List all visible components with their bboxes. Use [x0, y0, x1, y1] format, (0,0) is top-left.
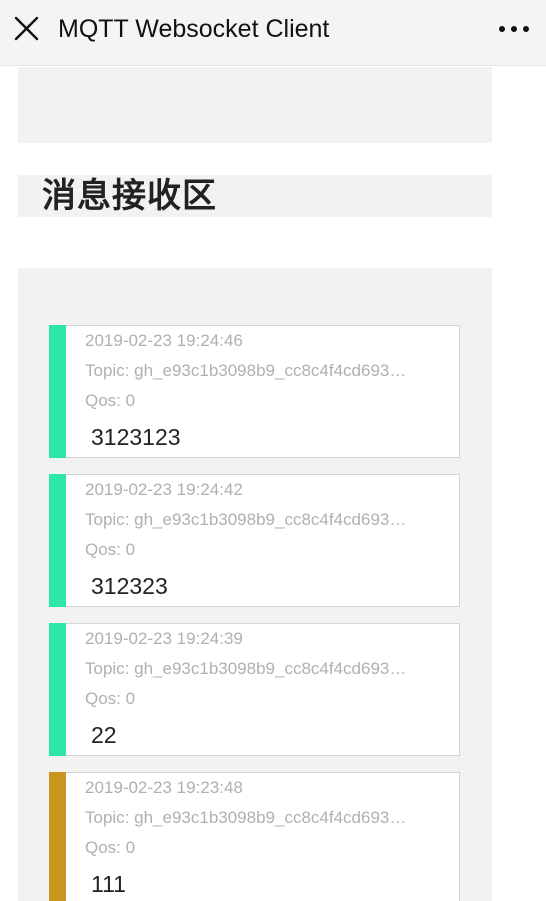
message-topic: Topic: gh_e93c1b3098b9_cc8c4f4cd693… [85, 808, 407, 827]
message-status-bar [49, 772, 66, 901]
message-payload: 111 [91, 871, 126, 897]
message-payload: 312323 [91, 573, 168, 599]
send-area-bottom [18, 67, 492, 143]
message-status-bar [49, 474, 66, 607]
message-card[interactable]: 2019-02-23 19:23:48 Topic: gh_e93c1b3098… [49, 772, 460, 901]
message-qos: Qos: 0 [85, 391, 136, 410]
message-topic: Topic: gh_e93c1b3098b9_cc8c4f4cd693… [85, 659, 407, 678]
message-topic: Topic: gh_e93c1b3098b9_cc8c4f4cd693… [85, 361, 407, 380]
message-status-bar [49, 325, 66, 458]
more-dots-icon [499, 26, 529, 32]
more-options-button[interactable] [494, 14, 534, 44]
message-qos: Qos: 0 [85, 689, 136, 708]
message-payload: 3123123 [91, 424, 181, 450]
message-card[interactable]: 2019-02-23 19:24:39 Topic: gh_e93c1b3098… [49, 623, 460, 756]
message-timestamp: 2019-02-23 19:24:46 [85, 331, 243, 350]
receive-section-header: 消息接收区 [18, 175, 492, 217]
message-payload: 22 [91, 722, 117, 748]
message-qos: Qos: 0 [85, 838, 136, 857]
message-status-bar [49, 623, 66, 756]
window-title: MQTT Websocket Client [58, 15, 330, 43]
message-topic: Topic: gh_e93c1b3098b9_cc8c4f4cd693… [85, 510, 407, 529]
message-card[interactable]: 2019-02-23 19:24:46 Topic: gh_e93c1b3098… [49, 325, 460, 458]
message-list: 2019-02-23 19:24:46 Topic: gh_e93c1b3098… [49, 325, 460, 901]
close-button[interactable] [12, 14, 42, 44]
receive-section-title: 消息接收区 [42, 176, 217, 216]
message-timestamp: 2019-02-23 19:24:42 [85, 480, 243, 499]
message-timestamp: 2019-02-23 19:23:48 [85, 778, 243, 797]
message-card[interactable]: 2019-02-23 19:24:42 Topic: gh_e93c1b3098… [49, 474, 460, 607]
close-icon [14, 16, 39, 41]
title-bar: MQTT Websocket Client [0, 0, 546, 66]
message-qos: Qos: 0 [85, 540, 136, 559]
message-receive-panel: 2019-02-23 19:24:46 Topic: gh_e93c1b3098… [18, 268, 492, 901]
message-timestamp: 2019-02-23 19:24:39 [85, 629, 243, 648]
